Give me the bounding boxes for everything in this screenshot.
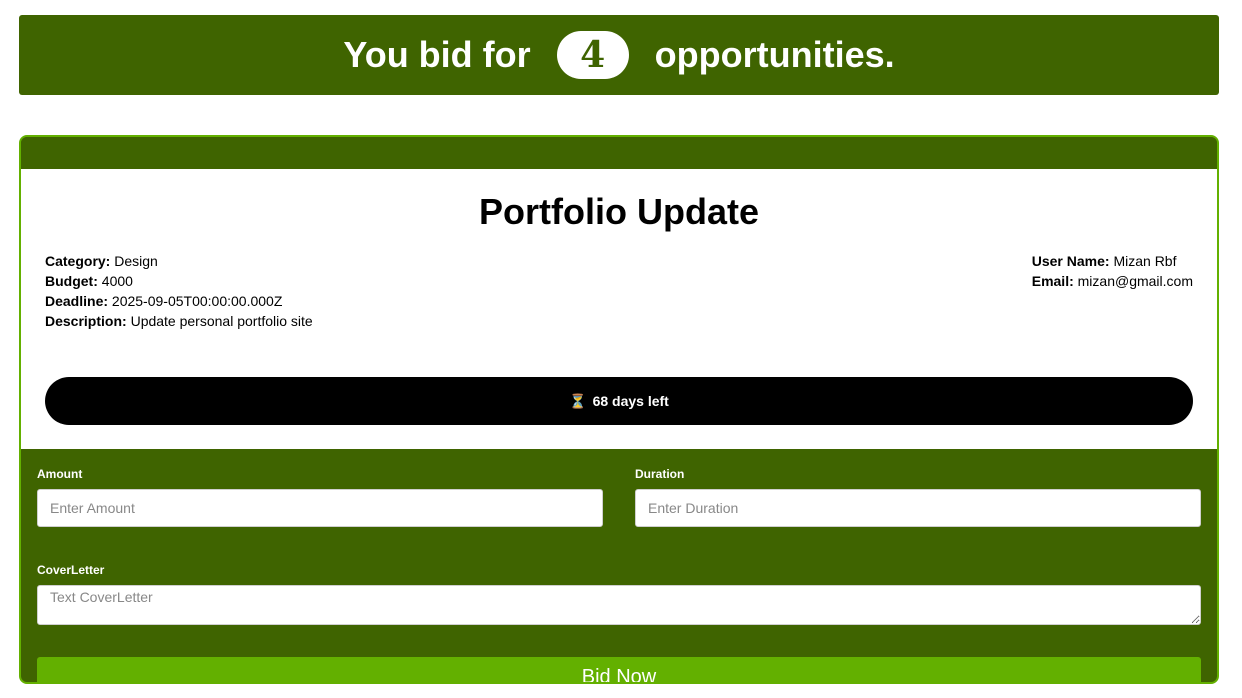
banner-prefix: You bid for — [343, 34, 531, 75]
cover-letter-textarea[interactable] — [37, 585, 1201, 625]
email-row: Email: mizan@gmail.com — [1032, 271, 1193, 291]
cover-letter-label: CoverLetter — [37, 563, 105, 577]
job-info: Category: Design Budget: 4000 Deadline: … — [45, 251, 313, 331]
user-name-row: User Name: Mizan Rbf — [1032, 251, 1193, 271]
description-row: Description: Update personal portfolio s… — [45, 311, 313, 331]
budget-row: Budget: 4000 — [45, 271, 313, 291]
amount-input[interactable] — [37, 489, 603, 527]
category-label: Category: — [45, 253, 111, 269]
user-name-label: User Name: — [1031, 253, 1110, 269]
duration-input[interactable] — [635, 489, 1201, 527]
category-value: Design — [114, 253, 158, 269]
bid-count-banner: You bid for 4 opportunities. — [19, 15, 1219, 95]
bid-now-button[interactable]: Bid Now — [37, 657, 1201, 682]
poster-info: User Name: Mizan Rbf Email: mizan@gmail.… — [1032, 251, 1193, 291]
bid-count-badge: 4 — [556, 31, 629, 79]
card-header-bar — [21, 137, 1217, 169]
email-label: Email: — [1031, 273, 1074, 289]
deadline-value: 2025-09-05T00:00:00.000Z — [111, 293, 283, 309]
deadline-row: Deadline: 2025-09-05T00:00:00.000Z — [45, 291, 313, 311]
duration-label: Duration — [635, 467, 685, 481]
countdown-text: 68 days left — [592, 393, 669, 409]
budget-label: Budget: — [45, 273, 98, 289]
hourglass-icon: ⏳ — [569, 392, 587, 409]
amount-label: Amount — [37, 467, 83, 481]
job-card: Portfolio Update Category: Design Budget… — [19, 135, 1219, 684]
budget-value: 4000 — [101, 273, 133, 289]
deadline-label: Deadline: — [45, 293, 109, 309]
email-value: mizan@gmail.com — [1077, 273, 1193, 289]
banner-suffix: opportunities. — [654, 34, 895, 75]
job-details: Portfolio Update Category: Design Budget… — [21, 169, 1217, 449]
description-value: Update personal portfolio site — [130, 313, 313, 329]
deadline-countdown: ⏳ 68 days left — [45, 377, 1193, 425]
category-row: Category: Design — [45, 251, 313, 271]
user-name-value: Mizan Rbf — [1113, 253, 1177, 269]
job-title: Portfolio Update — [479, 191, 759, 232]
description-label: Description: — [45, 313, 127, 329]
